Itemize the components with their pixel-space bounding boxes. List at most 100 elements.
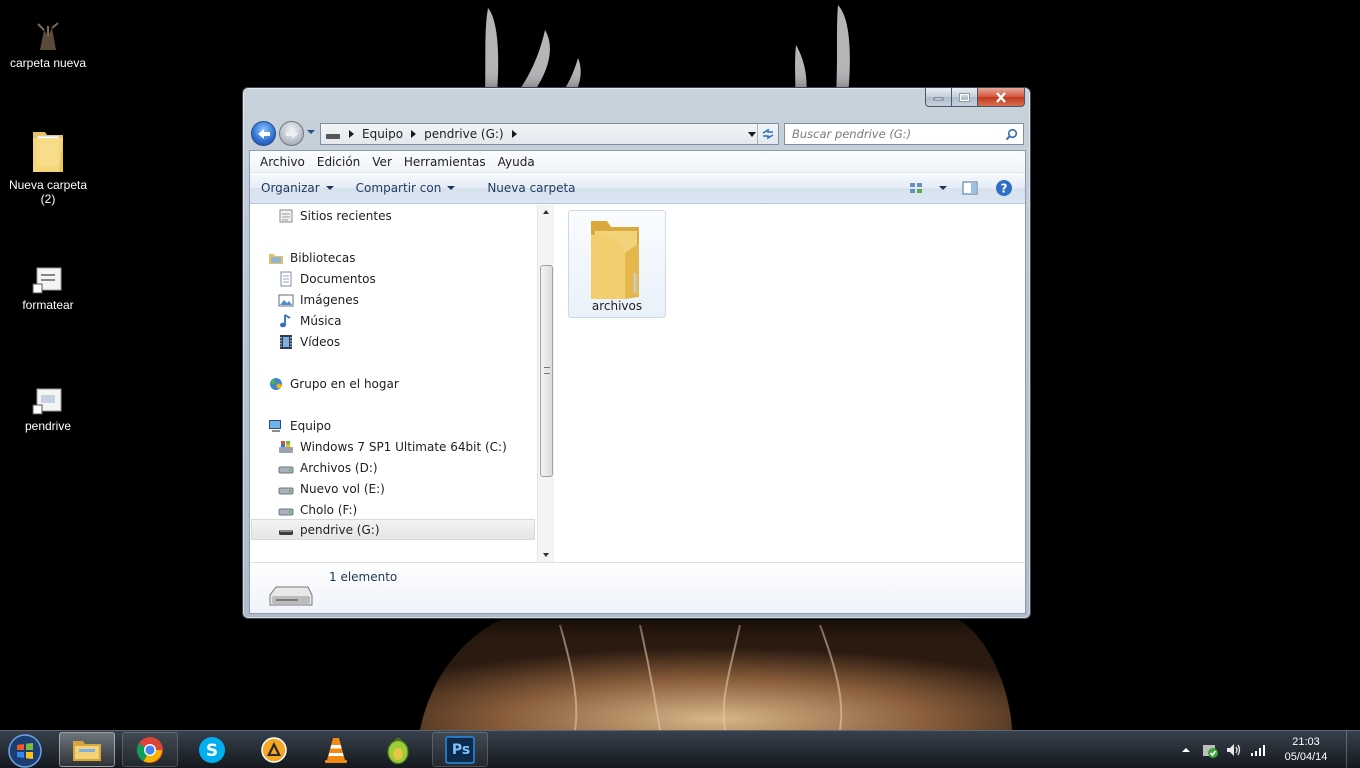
- breadcrumb-separator[interactable]: [511, 130, 517, 138]
- network-button[interactable]: [1246, 738, 1270, 762]
- tree-folder-icon: [37, 22, 59, 50]
- nav-item-libraries[interactable]: Bibliotecas: [268, 247, 355, 268]
- change-view-button[interactable]: [909, 177, 947, 199]
- nav-item-homegroup[interactable]: Grupo en el hogar: [268, 373, 399, 394]
- nav-item-pictures[interactable]: Imágenes: [278, 289, 359, 310]
- taskbar-windows-explorer[interactable]: [59, 732, 115, 767]
- search-box[interactable]: [784, 123, 1024, 145]
- address-history-dropdown[interactable]: [748, 132, 756, 137]
- notification-area: 21:03 05/04/14: [1174, 731, 1360, 768]
- organize-button[interactable]: Organizar: [254, 176, 345, 200]
- preview-pane-button[interactable]: [959, 177, 981, 199]
- taskbar-vlc[interactable]: [308, 732, 364, 767]
- address-bar[interactable]: Equipo pendrive (G:): [320, 123, 779, 145]
- drive-icon: [326, 134, 340, 139]
- nav-item-documents[interactable]: Documentos: [278, 268, 376, 289]
- taskbar-skype[interactable]: S: [184, 732, 240, 767]
- shortcut-document-icon: [32, 267, 62, 294]
- windows-explorer-icon: [73, 740, 101, 761]
- new-folder-label: Nueva carpeta: [487, 181, 576, 195]
- nav-item-drive-d[interactable]: Archivos (D:): [278, 457, 378, 478]
- file-list-pane[interactable]: archivos: [554, 205, 1025, 562]
- chevron-down-icon: [939, 186, 947, 190]
- hard-drive-icon: [278, 502, 294, 518]
- folder-item-archivos[interactable]: archivos: [568, 210, 666, 318]
- show-hidden-icons-button[interactable]: [1174, 738, 1198, 762]
- back-button[interactable]: [251, 121, 276, 146]
- scroll-up-arrow-icon[interactable]: [543, 210, 549, 214]
- search-icon[interactable]: [1005, 128, 1018, 141]
- hard-drive-icon: [278, 481, 294, 497]
- help-button[interactable]: ?: [993, 177, 1015, 199]
- share-with-button[interactable]: Compartir con: [349, 176, 467, 200]
- refresh-button[interactable]: [757, 124, 778, 144]
- nav-item-label: Vídeos: [300, 334, 341, 349]
- scrollbar-grip: [544, 367, 550, 374]
- item-count: 1 elemento: [329, 570, 398, 584]
- nav-item-recent-places[interactable]: Sitios recientes: [278, 205, 392, 226]
- command-bar: Organizar Compartir con Nueva carpeta ?: [250, 173, 1025, 204]
- nav-item-computer[interactable]: Equipo: [268, 415, 331, 436]
- volume-button[interactable]: [1222, 738, 1246, 762]
- taskbar-photoshop[interactable]: Ps: [432, 732, 488, 767]
- close-button[interactable]: [978, 88, 1025, 107]
- aimp-icon: [261, 736, 287, 763]
- maximize-button[interactable]: [952, 88, 978, 107]
- nav-item-drive-c[interactable]: Windows 7 SP1 Ultimate 64bit (C:): [278, 436, 507, 457]
- show-desktop-button[interactable]: [1346, 731, 1360, 768]
- nav-item-label: pendrive (G:): [300, 522, 380, 537]
- menu-ayuda[interactable]: Ayuda: [492, 152, 541, 172]
- menu-archivo[interactable]: Archivo: [254, 152, 311, 172]
- egg-app-icon: [387, 737, 409, 764]
- nav-item-music[interactable]: Música: [278, 310, 342, 331]
- videos-icon: [278, 334, 294, 350]
- minimize-icon: [933, 97, 944, 101]
- nav-item-drive-f[interactable]: Cholo (F:): [278, 499, 357, 520]
- clock-time: 21:03: [1292, 736, 1320, 748]
- documents-icon: [278, 271, 294, 287]
- chevron-up-icon: [1182, 748, 1190, 752]
- tray-security-icon-button[interactable]: [1198, 738, 1222, 762]
- desktop-icon-label: Nueva carpeta (2): [8, 178, 88, 206]
- taskbar-egg-app[interactable]: [370, 732, 426, 767]
- svg-text:?: ?: [1001, 182, 1008, 196]
- nav-item-drive-g[interactable]: pendrive (G:): [251, 519, 535, 540]
- taskbar-chrome[interactable]: [122, 732, 178, 767]
- taskbar-clock[interactable]: 21:03 05/04/14: [1270, 735, 1342, 765]
- start-button[interactable]: [4, 733, 46, 768]
- taskbar-aimp[interactable]: [246, 732, 302, 767]
- nav-item-label: Archivos (D:): [300, 460, 378, 475]
- desktop-icon-pendrive[interactable]: pendrive: [0, 387, 96, 433]
- nav-item-videos[interactable]: Vídeos: [278, 331, 340, 352]
- navigation-pane-scrollbar[interactable]: [537, 205, 554, 562]
- menu-herramientas[interactable]: Herramientas: [398, 152, 492, 172]
- menu-edicion[interactable]: Edición: [311, 152, 366, 172]
- windows-logo-icon: [8, 733, 42, 768]
- explorer-window: Equipo pendrive (G:) Archivo Edición: [242, 87, 1031, 619]
- new-folder-button[interactable]: Nueva carpeta: [480, 176, 586, 200]
- volume-icon: [1227, 744, 1241, 756]
- scroll-down-arrow-icon[interactable]: [543, 553, 549, 557]
- breadcrumb-separator[interactable]: [411, 130, 417, 138]
- desktop-icon-label: carpeta nueva: [9, 56, 87, 70]
- nav-item-drive-e[interactable]: Nuevo vol (E:): [278, 478, 385, 499]
- search-input[interactable]: [785, 124, 995, 144]
- breadcrumb-separator[interactable]: [349, 130, 354, 138]
- navigation-pane: Sitios recientes Bibliotecas Documentos …: [250, 205, 537, 562]
- menu-ver[interactable]: Ver: [366, 152, 398, 172]
- minimize-button[interactable]: [925, 88, 952, 107]
- desktop-icon-carpeta-nueva[interactable]: carpeta nueva: [0, 22, 96, 70]
- nav-item-label: Cholo (F:): [300, 502, 358, 517]
- scrollbar-thumb[interactable]: [540, 265, 553, 477]
- desktop-icon-formatear[interactable]: formatear: [0, 266, 96, 312]
- taskbar: S Ps 21:03 05/04/14: [0, 730, 1360, 768]
- forward-button[interactable]: [279, 121, 304, 146]
- recent-places-icon: [278, 208, 294, 224]
- breadcrumb-equipo[interactable]: Equipo: [362, 127, 403, 141]
- desktop-icon-nueva-carpeta-2[interactable]: Nueva carpeta (2): [0, 126, 96, 206]
- preview-pane-icon: [962, 181, 978, 195]
- recent-pages-dropdown[interactable]: [307, 130, 315, 134]
- nav-item-label: Nuevo vol (E:): [300, 481, 385, 496]
- breadcrumb-pendrive[interactable]: pendrive (G:): [424, 127, 504, 141]
- folder-icon: [33, 132, 63, 172]
